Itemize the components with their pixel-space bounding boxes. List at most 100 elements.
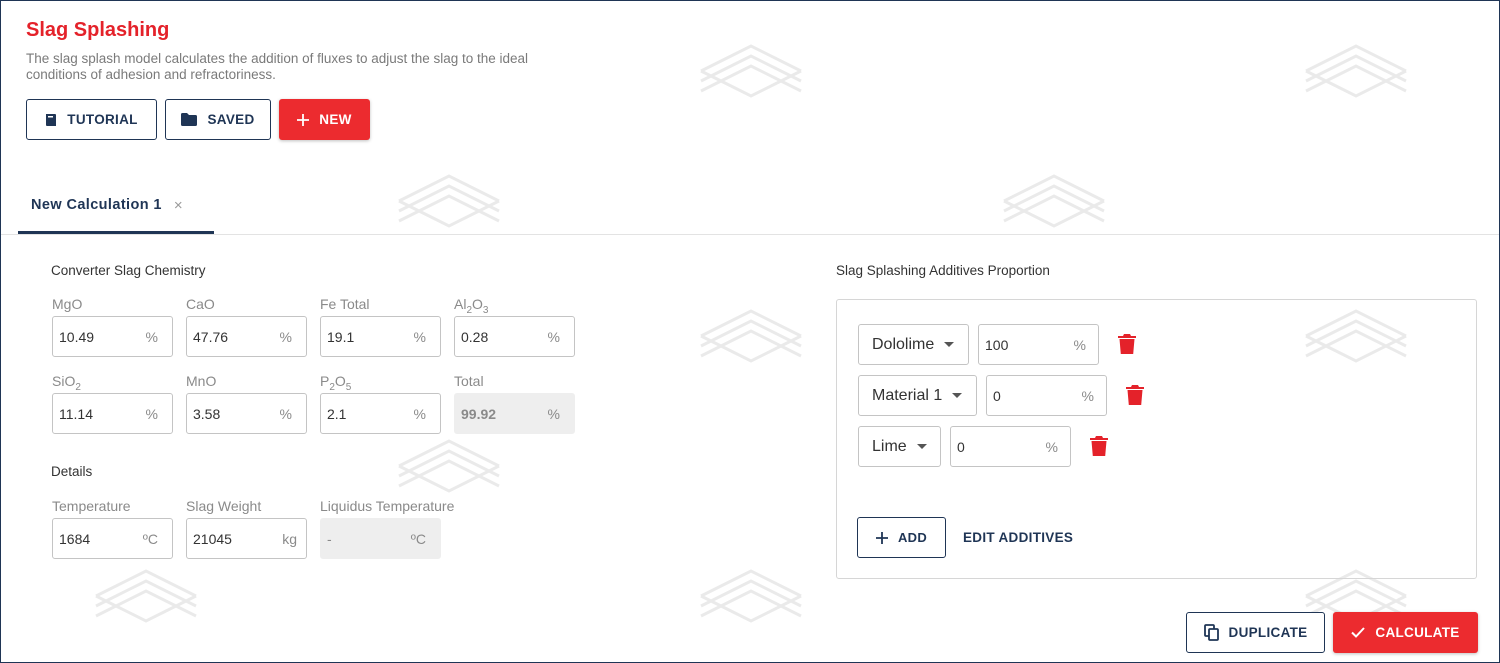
al2o3-label: Al2O3	[454, 296, 489, 316]
additive-percent-unit: %	[1081, 387, 1094, 404]
mgo-input[interactable]: 10.49 %	[52, 316, 173, 357]
watermark-logo-icon	[691, 561, 811, 631]
watermark-logo-icon	[691, 301, 811, 371]
check-icon	[1351, 627, 1366, 638]
mno-label: MnO	[186, 373, 217, 389]
edit-additives-button[interactable]: EDIT ADDITIVES	[963, 530, 1073, 545]
app-frame: Slag Splashing The slag splash model cal…	[0, 0, 1500, 663]
additive-percent-input-2[interactable]: 0 %	[986, 375, 1107, 416]
tab-label: New Calculation 1	[31, 197, 162, 213]
additive-percent-value: 100	[985, 336, 1009, 353]
total-label: Total	[454, 373, 484, 389]
mno-unit: %	[279, 405, 292, 422]
total-value: 99.92	[461, 405, 497, 422]
sio2-label: SiO2	[52, 373, 81, 393]
total-unit: %	[547, 405, 560, 422]
trash-icon[interactable]	[1090, 436, 1108, 456]
chevron-down-icon	[916, 444, 927, 449]
temperature-input[interactable]: 1684 ºC	[52, 518, 173, 559]
new-label: NEW	[319, 112, 352, 127]
additive-percent-unit: %	[1073, 336, 1086, 353]
details-section-label: Details	[51, 464, 93, 479]
cao-input[interactable]: 47.76 %	[186, 316, 307, 357]
fe-total-label: Fe Total	[320, 296, 370, 312]
calculate-button[interactable]: CALCULATE	[1333, 612, 1478, 653]
page-title: Slag Splashing	[26, 19, 170, 41]
saved-label: SAVED	[207, 112, 255, 127]
trash-icon[interactable]	[1118, 334, 1136, 354]
watermark-logo-icon	[691, 36, 811, 106]
watermark-logo-icon	[86, 561, 206, 631]
slag-weight-unit: kg	[282, 530, 297, 547]
slag-weight-input[interactable]: 21045 kg	[186, 518, 307, 559]
liquidus-temperature-value: -	[327, 530, 332, 547]
p2o5-input[interactable]: 2.1 %	[320, 393, 441, 434]
fe-total-input[interactable]: 19.1 %	[320, 316, 441, 357]
watermark-logo-icon	[1296, 36, 1416, 106]
liquidus-temperature-unit: ºC	[410, 530, 426, 547]
additive-percent-value: 0	[993, 387, 1001, 404]
p2o5-unit: %	[413, 405, 426, 422]
additives-section-label: Slag Splashing Additives Proportion	[836, 263, 1050, 278]
page-subtitle: The slag splash model calculates the add…	[26, 51, 529, 82]
mgo-label: MgO	[52, 296, 83, 312]
fe-total-unit: %	[413, 328, 426, 345]
sio2-value: 11.14	[59, 405, 93, 422]
new-button[interactable]: NEW	[279, 99, 370, 140]
tab-bar: New Calculation 1 ×	[1, 179, 1499, 235]
mno-input[interactable]: 3.58 %	[186, 393, 307, 434]
chevron-down-icon	[952, 393, 963, 398]
book-icon	[46, 113, 57, 126]
p2o5-label: P2O5	[320, 373, 352, 393]
additive-select-label: Material 1	[872, 386, 943, 404]
additive-percent-unit: %	[1045, 438, 1058, 455]
cao-label: CaO	[186, 296, 215, 312]
folder-icon	[181, 113, 198, 126]
additive-percent-input-1[interactable]: 100 %	[978, 324, 1099, 365]
tab-new-calculation-1[interactable]: New Calculation 1 ×	[18, 179, 214, 234]
additive-percent-input-3[interactable]: 0 %	[950, 426, 1071, 467]
mgo-unit: %	[145, 328, 158, 345]
cao-value: 47.76	[193, 328, 229, 345]
liquidus-temperature-readout: - ºC	[320, 518, 441, 559]
additive-select-1[interactable]: Dololime	[858, 324, 969, 365]
temperature-value: 1684	[59, 530, 91, 547]
additive-percent-value: 0	[957, 438, 965, 455]
sio2-unit: %	[145, 405, 158, 422]
slag-weight-value: 21045	[193, 530, 232, 547]
mno-value: 3.58	[193, 405, 221, 422]
plus-icon	[297, 113, 310, 126]
slag-weight-label: Slag Weight	[186, 498, 262, 514]
chevron-down-icon	[944, 342, 955, 347]
calculate-label: CALCULATE	[1375, 625, 1460, 640]
additive-select-2[interactable]: Material 1	[858, 375, 977, 416]
liquidus-temperature-label: Liquidus Temperature	[320, 498, 455, 514]
trash-icon[interactable]	[1126, 385, 1144, 405]
duplicate-button[interactable]: DUPLICATE	[1186, 612, 1325, 653]
saved-button[interactable]: SAVED	[165, 99, 271, 140]
tutorial-button[interactable]: TUTORIAL	[26, 99, 157, 140]
plus-icon	[875, 531, 888, 544]
mgo-value: 10.49	[59, 328, 95, 345]
al2o3-unit: %	[547, 328, 560, 345]
tutorial-label: TUTORIAL	[67, 112, 138, 127]
watermark-logo-icon	[389, 431, 509, 501]
close-icon[interactable]: ×	[174, 197, 183, 214]
copy-icon	[1203, 624, 1219, 641]
temperature-unit: ºC	[142, 530, 158, 547]
add-additive-label: ADD	[897, 530, 928, 545]
additive-select-3[interactable]: Lime	[858, 426, 941, 467]
add-additive-button[interactable]: ADD	[857, 517, 946, 558]
al2o3-value: 0.28	[461, 328, 489, 345]
p2o5-value: 2.1	[327, 405, 347, 422]
additive-select-label: Lime	[872, 437, 907, 455]
duplicate-label: DUPLICATE	[1228, 625, 1308, 640]
temperature-label: Temperature	[52, 498, 131, 514]
cao-unit: %	[279, 328, 292, 345]
additive-select-label: Dololime	[872, 335, 935, 353]
al2o3-input[interactable]: 0.28 %	[454, 316, 575, 357]
chemistry-section-label: Converter Slag Chemistry	[51, 263, 206, 278]
total-readout: 99.92 %	[454, 393, 575, 434]
fe-total-value: 19.1	[327, 328, 355, 345]
sio2-input[interactable]: 11.14 %	[52, 393, 173, 434]
